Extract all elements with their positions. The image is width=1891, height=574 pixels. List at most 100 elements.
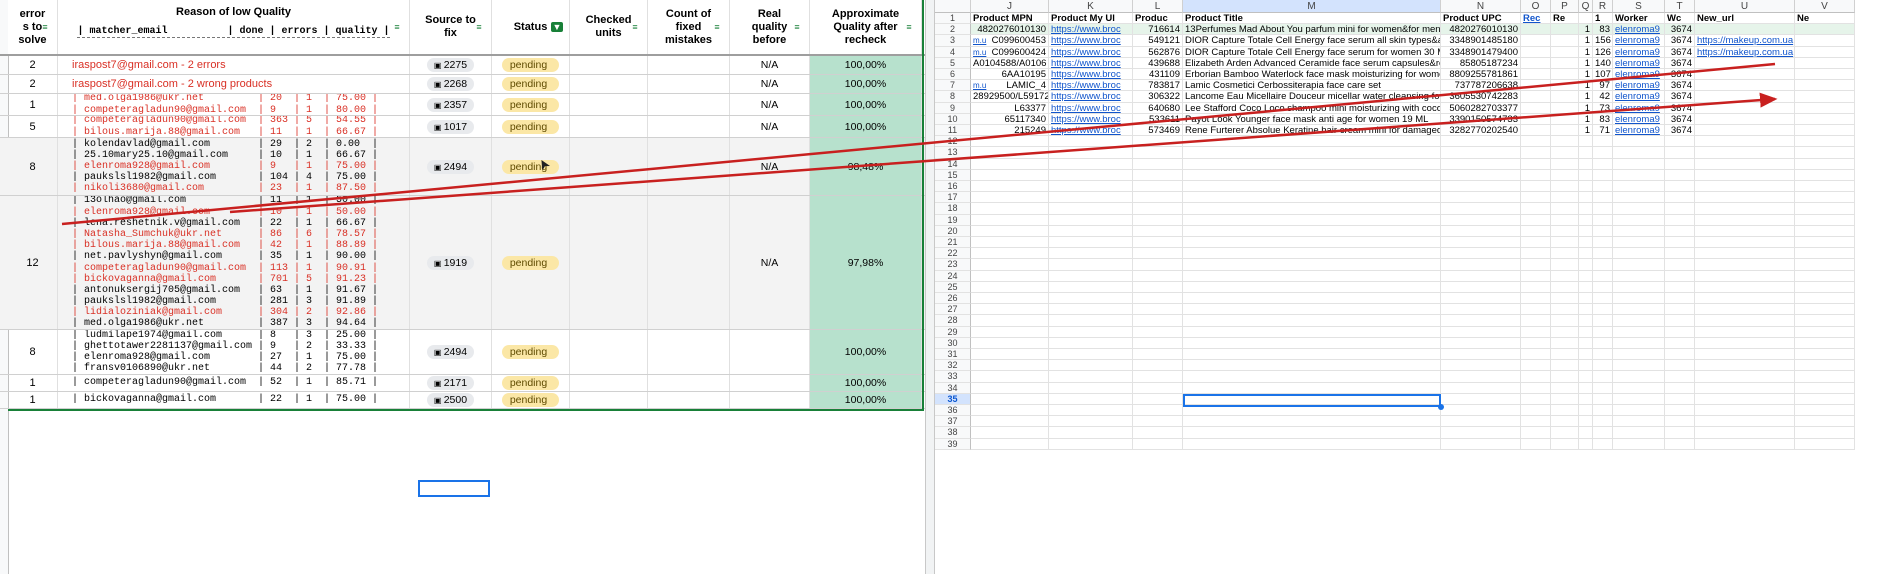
empty-cell[interactable] [1579,337,1593,349]
cell-reason[interactable]: | bickovaganna@gmail.com | 22 | 1 | 75.0… [58,392,410,408]
table-row[interactable]: 2 iraspost7@gmail.com - 2 wrong products ▣… [0,75,925,94]
empty-cell[interactable] [1593,371,1613,383]
cell-real[interactable] [730,392,810,408]
empty-cell[interactable] [1579,304,1593,316]
cell-source[interactable]: ▣ 1919 [410,196,492,329]
sheet-cell[interactable]: 1 [1579,113,1593,125]
cell-source[interactable]: ▣ 2494 [410,330,492,374]
empty-cell[interactable] [971,293,1049,305]
empty-cell[interactable] [1579,349,1593,361]
cell-approx[interactable]: 100,00% [810,94,922,115]
cell-approx[interactable]: 100,00% [810,116,922,137]
empty-cell[interactable] [1183,181,1441,193]
cell-fixed[interactable] [648,75,730,93]
empty-cell[interactable] [1695,237,1795,249]
empty-cell[interactable] [1593,393,1613,405]
empty-cell[interactable] [1795,181,1855,193]
empty-cell[interactable] [971,281,1049,293]
empty-cell[interactable] [1441,293,1521,305]
empty-cell[interactable] [1183,214,1441,226]
empty-cell[interactable] [1593,326,1613,338]
empty-cell[interactable] [1551,259,1579,271]
status-chip[interactable]: pending [501,393,560,407]
empty-cell[interactable] [1665,169,1695,181]
empty-cell[interactable] [1049,136,1133,148]
cell-status[interactable]: pending [492,138,570,195]
empty-cell[interactable] [1049,371,1133,383]
sheet-cell[interactable]: 562876 [1133,46,1183,58]
empty-cell[interactable] [1665,136,1695,148]
empty-cell[interactable] [1665,237,1695,249]
empty-cell[interactable] [1551,438,1579,450]
empty-cell[interactable] [1579,270,1593,282]
empty-cell[interactable] [1049,349,1133,361]
sheet-cell[interactable]: 783817 [1133,80,1183,92]
source-chip[interactable]: ▣ 2275 [426,58,475,72]
sheet-cell[interactable]: DIOR Capture Totale Cell Energy face ser… [1183,46,1441,58]
cell-checked[interactable] [570,375,648,391]
empty-cell[interactable] [1183,438,1441,450]
row-number[interactable]: 6 [935,69,971,81]
empty-cell[interactable] [1695,304,1795,316]
empty-cell[interactable] [971,438,1049,450]
empty-cell[interactable] [1521,315,1551,327]
empty-cell[interactable] [1521,136,1551,148]
empty-cell[interactable] [1133,349,1183,361]
header-cell[interactable]: Produc [1133,13,1183,25]
empty-cell[interactable] [1133,158,1183,170]
sheet-cell[interactable]: 5060282703377 [1441,102,1521,114]
sheet-cell[interactable]: Payot Look Younger face mask anti age fo… [1183,113,1441,125]
empty-cell[interactable] [1613,304,1665,316]
empty-cell[interactable] [1695,405,1795,417]
empty-cell[interactable] [1049,214,1133,226]
cell-approx[interactable]: 100,00% [810,75,922,93]
sheet-corner[interactable] [935,0,971,13]
empty-cell[interactable] [1665,304,1695,316]
empty-cell[interactable] [1551,416,1579,428]
sheet-cell[interactable] [1551,91,1579,103]
empty-cell[interactable] [1441,382,1521,394]
sheet-cell[interactable]: 140 [1593,57,1613,69]
empty-cell[interactable] [1049,438,1133,450]
empty-cell[interactable] [1133,259,1183,271]
empty-cell[interactable] [1579,192,1593,204]
column-letter[interactable]: V [1795,0,1855,13]
empty-cell[interactable] [1521,270,1551,282]
empty-cell[interactable] [1183,259,1441,271]
cell-source[interactable]: ▣ 2171 [410,375,492,391]
empty-cell[interactable] [1665,405,1695,417]
empty-cell[interactable] [1049,248,1133,260]
sheet-cell[interactable]: 3674 [1665,113,1695,125]
sheet-cell[interactable]: 1 [1579,80,1593,92]
empty-cell[interactable] [1593,382,1613,394]
row-number[interactable]: 19 [935,214,971,226]
empty-cell[interactable] [1551,248,1579,260]
empty-cell[interactable] [1579,203,1593,215]
sheet-cell[interactable] [1521,125,1551,137]
column-letter[interactable]: N [1441,0,1521,13]
filter-icon[interactable]: ≡ [903,22,915,32]
empty-cell[interactable] [1133,393,1183,405]
empty-cell[interactable] [1613,293,1665,305]
empty-cell[interactable] [1579,181,1593,193]
empty-cell[interactable] [1551,405,1579,417]
empty-cell[interactable] [1133,181,1183,193]
empty-cell[interactable] [1579,416,1593,428]
cell-errors[interactable]: 1 [8,392,58,408]
empty-cell[interactable] [1695,438,1795,450]
sheet-cell[interactable]: 3674 [1665,46,1695,58]
empty-cell[interactable] [1049,304,1133,316]
cell-checked[interactable] [570,75,648,93]
empty-cell[interactable] [1593,438,1613,450]
cell-reason[interactable]: | competeragladun90@gmail.com | 363 | 5 … [58,116,410,137]
empty-cell[interactable] [1695,192,1795,204]
sheet-cell[interactable] [1795,80,1855,92]
empty-cell[interactable] [1441,349,1521,361]
empty-cell[interactable] [1579,259,1593,271]
empty-cell[interactable] [1441,214,1521,226]
empty-cell[interactable] [971,337,1049,349]
empty-cell[interactable] [1183,427,1441,439]
empty-cell[interactable] [1133,169,1183,181]
empty-cell[interactable] [1183,237,1441,249]
sheet-cell[interactable]: 6AA10195 [971,69,1049,81]
